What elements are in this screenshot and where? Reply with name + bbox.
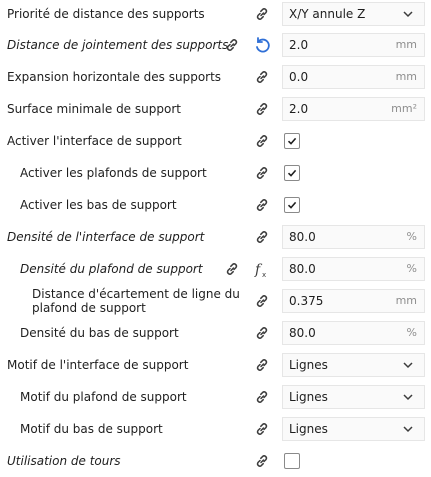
checkmark-icon xyxy=(287,137,297,145)
support-roof-line-distance-input[interactable]: 0.375 mm xyxy=(282,289,425,313)
field-value: 2.0 xyxy=(289,102,309,116)
setting-label: Activer l'interface de support xyxy=(7,134,182,148)
select-value: X/Y annule Z xyxy=(289,7,366,21)
enable-support-bottom-checkbox[interactable] xyxy=(284,197,300,213)
field-value: 2.0 xyxy=(289,38,309,52)
setting-label: Utilisation de tours xyxy=(7,454,121,468)
setting-label: Densité du plafond de support xyxy=(20,262,203,276)
field-value: 0.0 xyxy=(289,70,309,84)
field-value: 80.0 xyxy=(289,326,316,340)
link-icon[interactable] xyxy=(250,321,274,345)
setting-row-support-bottom-pattern: Motif du bas de support Lignes xyxy=(0,413,431,445)
link-icon[interactable] xyxy=(220,33,244,57)
setting-row-support-roof-pattern: Motif du plafond de support Lignes xyxy=(0,381,431,413)
field-unit: mm xyxy=(395,70,417,83)
chevron-down-icon xyxy=(403,362,413,369)
chevron-down-icon xyxy=(403,11,413,18)
setting-label: Motif du bas de support xyxy=(20,422,163,436)
select-value: Lignes xyxy=(289,358,328,372)
select-value: Lignes xyxy=(289,390,328,404)
settings-list: Priorité de distance des supports X/Y an… xyxy=(0,0,431,477)
setting-label: Activer les plafonds de support xyxy=(20,166,207,180)
select-value: Lignes xyxy=(289,422,328,436)
setting-label: Densité de l'interface de support xyxy=(7,230,205,244)
support-interface-density-input[interactable]: 80.0 % xyxy=(282,225,425,249)
chevron-down-icon xyxy=(403,426,413,433)
setting-row-support-horizontal-expansion: Expansion horizontale des supports 0.0 m… xyxy=(0,61,431,93)
link-icon[interactable] xyxy=(250,417,274,441)
setting-label: Priorité de distance des supports xyxy=(7,7,205,21)
setting-label: Motif de l'interface de support xyxy=(7,358,189,372)
setting-label: Densité du bas de support xyxy=(20,326,179,340)
link-icon[interactable] xyxy=(250,97,274,121)
link-icon[interactable] xyxy=(250,289,274,313)
setting-row-minimum-support-area: Surface minimale de support 2.0 mm² xyxy=(0,93,431,125)
svg-text:x: x xyxy=(262,271,266,278)
setting-label: Distance de jointement des supports xyxy=(7,38,229,52)
field-value: 0.375 xyxy=(289,294,324,308)
support-roof-pattern-select[interactable]: Lignes xyxy=(282,385,425,409)
link-icon[interactable] xyxy=(250,161,274,185)
function-icon[interactable]: fx xyxy=(250,257,274,281)
setting-label: Activer les bas de support xyxy=(20,198,177,212)
field-unit: mm xyxy=(395,38,417,51)
reset-icon[interactable] xyxy=(250,33,274,57)
setting-label: Motif du plafond de support xyxy=(20,390,187,404)
setting-row-support-join-distance: Distance de jointement des supports 2.0 … xyxy=(0,29,431,61)
link-icon[interactable] xyxy=(250,385,274,409)
link-icon[interactable] xyxy=(250,193,274,217)
setting-row-support-interface-pattern: Motif de l'interface de support Lignes xyxy=(0,349,431,381)
support-interface-pattern-select[interactable]: Lignes xyxy=(282,353,425,377)
support-bottom-density-input[interactable]: 80.0 % xyxy=(282,321,425,345)
support-horizontal-expansion-input[interactable]: 0.0 mm xyxy=(282,65,425,89)
support-roof-density-input[interactable]: 80.0 % xyxy=(282,257,425,281)
field-unit: % xyxy=(406,230,417,243)
setting-row-enable-support-interface: Activer l'interface de support xyxy=(0,125,431,157)
support-join-distance-input[interactable]: 2.0 mm xyxy=(282,33,425,57)
link-icon[interactable] xyxy=(250,2,274,26)
link-icon[interactable] xyxy=(250,449,274,473)
setting-row-support-bottom-density: Densité du bas de support 80.0 % xyxy=(0,317,431,349)
setting-row-support-interface-density: Densité de l'interface de support 80.0 % xyxy=(0,221,431,253)
link-icon[interactable] xyxy=(250,225,274,249)
field-value: 80.0 xyxy=(289,230,316,244)
minimum-support-area-input[interactable]: 2.0 mm² xyxy=(282,97,425,121)
setting-label: Distance d'écartement de ligne du plafon… xyxy=(32,287,240,315)
setting-label: Expansion horizontale des supports xyxy=(7,70,222,84)
field-unit: mm² xyxy=(391,102,417,115)
chevron-down-icon xyxy=(403,394,413,401)
checkmark-icon xyxy=(287,169,297,177)
setting-label: Surface minimale de support xyxy=(7,102,181,116)
setting-row-support-roof-line-distance: Distance d'écartement de ligne du plafon… xyxy=(0,285,431,317)
link-icon[interactable] xyxy=(250,65,274,89)
use-towers-checkbox[interactable] xyxy=(284,453,300,469)
enable-support-roof-checkbox[interactable] xyxy=(284,165,300,181)
link-icon[interactable] xyxy=(250,129,274,153)
setting-row-support-roof-density: Densité du plafond de support fx 80.0 % xyxy=(0,253,431,285)
field-unit: % xyxy=(406,262,417,275)
link-icon[interactable] xyxy=(250,353,274,377)
support-distance-priority-select[interactable]: X/Y annule Z xyxy=(282,2,425,26)
setting-row-enable-support-bottom: Activer les bas de support xyxy=(0,189,431,221)
field-unit: % xyxy=(406,326,417,339)
setting-row-enable-support-roof: Activer les plafonds de support xyxy=(0,157,431,189)
link-icon[interactable] xyxy=(220,257,244,281)
setting-row-use-towers: Utilisation de tours xyxy=(0,445,431,477)
setting-row-support-distance-priority: Priorité de distance des supports X/Y an… xyxy=(0,0,431,30)
field-value: 80.0 xyxy=(289,262,316,276)
checkmark-icon xyxy=(287,201,297,209)
field-unit: mm xyxy=(395,294,417,307)
enable-support-interface-checkbox[interactable] xyxy=(284,133,300,149)
support-bottom-pattern-select[interactable]: Lignes xyxy=(282,417,425,441)
